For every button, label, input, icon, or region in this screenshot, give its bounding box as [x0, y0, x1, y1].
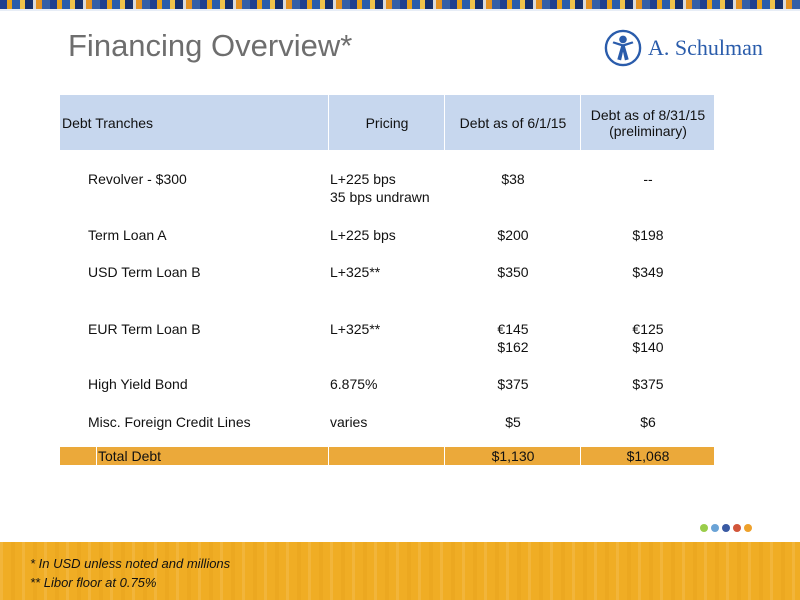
pricing-line: L+225 bps: [330, 171, 396, 187]
total-divider: [96, 447, 97, 465]
header-divider: [580, 95, 581, 150]
company-logo: A. Schulman: [604, 28, 780, 68]
col-header-debt-8-31-15-label: Debt as of 8/31/15: [590, 106, 706, 123]
total-divider: [580, 447, 581, 465]
decorative-dot: [722, 524, 730, 532]
debt-value: $38: [501, 171, 525, 187]
footnote-usd: * In USD unless noted and millions: [30, 556, 231, 571]
header-divider: [444, 95, 445, 150]
debt-6-1-15-cell: $375: [446, 375, 580, 393]
debt-value: €125: [632, 321, 664, 337]
pricing-line: L+225 bps: [330, 227, 396, 243]
tranche-name: High Yield Bond: [88, 376, 188, 392]
total-row: Total Debt $1,130 $1,068: [60, 447, 714, 465]
debt-8-31-15-cell: $198: [582, 226, 714, 244]
debt-value: $198: [632, 227, 664, 243]
debt-value: $200: [497, 227, 529, 243]
pricing-line: 35 bps undrawn: [330, 189, 430, 205]
total-debt-8-31-15: $1,068: [626, 448, 670, 464]
pricing-cell: 6.875%: [330, 375, 377, 393]
col-header-debt-6-1-15: Debt as of 6/1/15: [459, 114, 567, 131]
decorative-dot: [700, 524, 708, 532]
debt-6-1-15-cell: $38: [446, 170, 580, 188]
slide-title: Financing Overview*: [68, 28, 353, 63]
debt-value: $162: [497, 339, 529, 355]
col-header-preliminary-note: (preliminary): [609, 122, 687, 139]
pricing-line: 6.875%: [330, 376, 378, 392]
debt-8-31-15-cell: $375: [582, 375, 714, 393]
pricing-line: varies: [330, 414, 368, 430]
tranche-name: USD Term Loan B: [88, 264, 201, 280]
pricing-line: L+325**: [330, 264, 381, 280]
total-divider: [328, 447, 329, 465]
header-divider: [328, 95, 329, 150]
debt-8-31-15-cell: $349: [582, 263, 714, 281]
col-header-pricing: Pricing: [365, 114, 409, 131]
logo-text: A. Schulman: [648, 35, 763, 60]
total-label: Total Debt: [98, 448, 162, 464]
debt-6-1-15-cell: €145 $162: [446, 320, 580, 356]
pricing-cell: L+225 bps: [330, 226, 396, 244]
table-header: Debt Tranches Pricing Debt as of 6/1/15 …: [60, 95, 714, 150]
debt-value: $350: [497, 264, 529, 280]
pricing-cell: L+325**: [330, 320, 380, 338]
debt-value: $349: [632, 264, 664, 280]
debt-6-1-15-cell: $200: [446, 226, 580, 244]
tranche-name: Revolver - $300: [88, 171, 187, 187]
debt-value: $6: [640, 414, 656, 430]
pricing-cell: L+225 bps 35 bps undrawn: [330, 170, 430, 206]
debt-value: €145: [497, 321, 529, 337]
debt-8-31-15-cell: --: [582, 170, 714, 188]
debt-value: --: [643, 171, 653, 187]
tranche-name: Term Loan A: [88, 227, 167, 243]
total-debt-6-1-15: $1,130: [491, 448, 535, 464]
tranche-name: Misc. Foreign Credit Lines: [88, 414, 251, 430]
debt-value: $375: [497, 376, 529, 392]
decorative-dots: [700, 524, 752, 532]
bottom-decorative-band: [0, 542, 800, 600]
col-header-debt-tranches: Debt Tranches: [62, 114, 154, 131]
debt-6-1-15-cell: $350: [446, 263, 580, 281]
debt-value: $375: [632, 376, 664, 392]
footnote-libor: ** Libor floor at 0.75%: [30, 575, 157, 590]
debt-value: $140: [632, 339, 664, 355]
decorative-dot: [744, 524, 752, 532]
total-divider: [444, 447, 445, 465]
pricing-line: L+325**: [330, 321, 381, 337]
col-header-debt-8-31-15: Debt as of 8/31/15 (preliminary): [582, 95, 714, 150]
debt-8-31-15-cell: €125 $140: [582, 320, 714, 356]
person-icon: [604, 29, 642, 67]
pricing-cell: varies: [330, 413, 367, 431]
tranche-name: EUR Term Loan B: [88, 321, 201, 337]
decorative-dot: [711, 524, 719, 532]
debt-8-31-15-cell: $6: [582, 413, 714, 431]
debt-value: $5: [505, 414, 521, 430]
pricing-cell: L+325**: [330, 263, 380, 281]
decorative-dot: [733, 524, 741, 532]
top-decorative-band: [0, 0, 800, 11]
debt-6-1-15-cell: $5: [446, 413, 580, 431]
